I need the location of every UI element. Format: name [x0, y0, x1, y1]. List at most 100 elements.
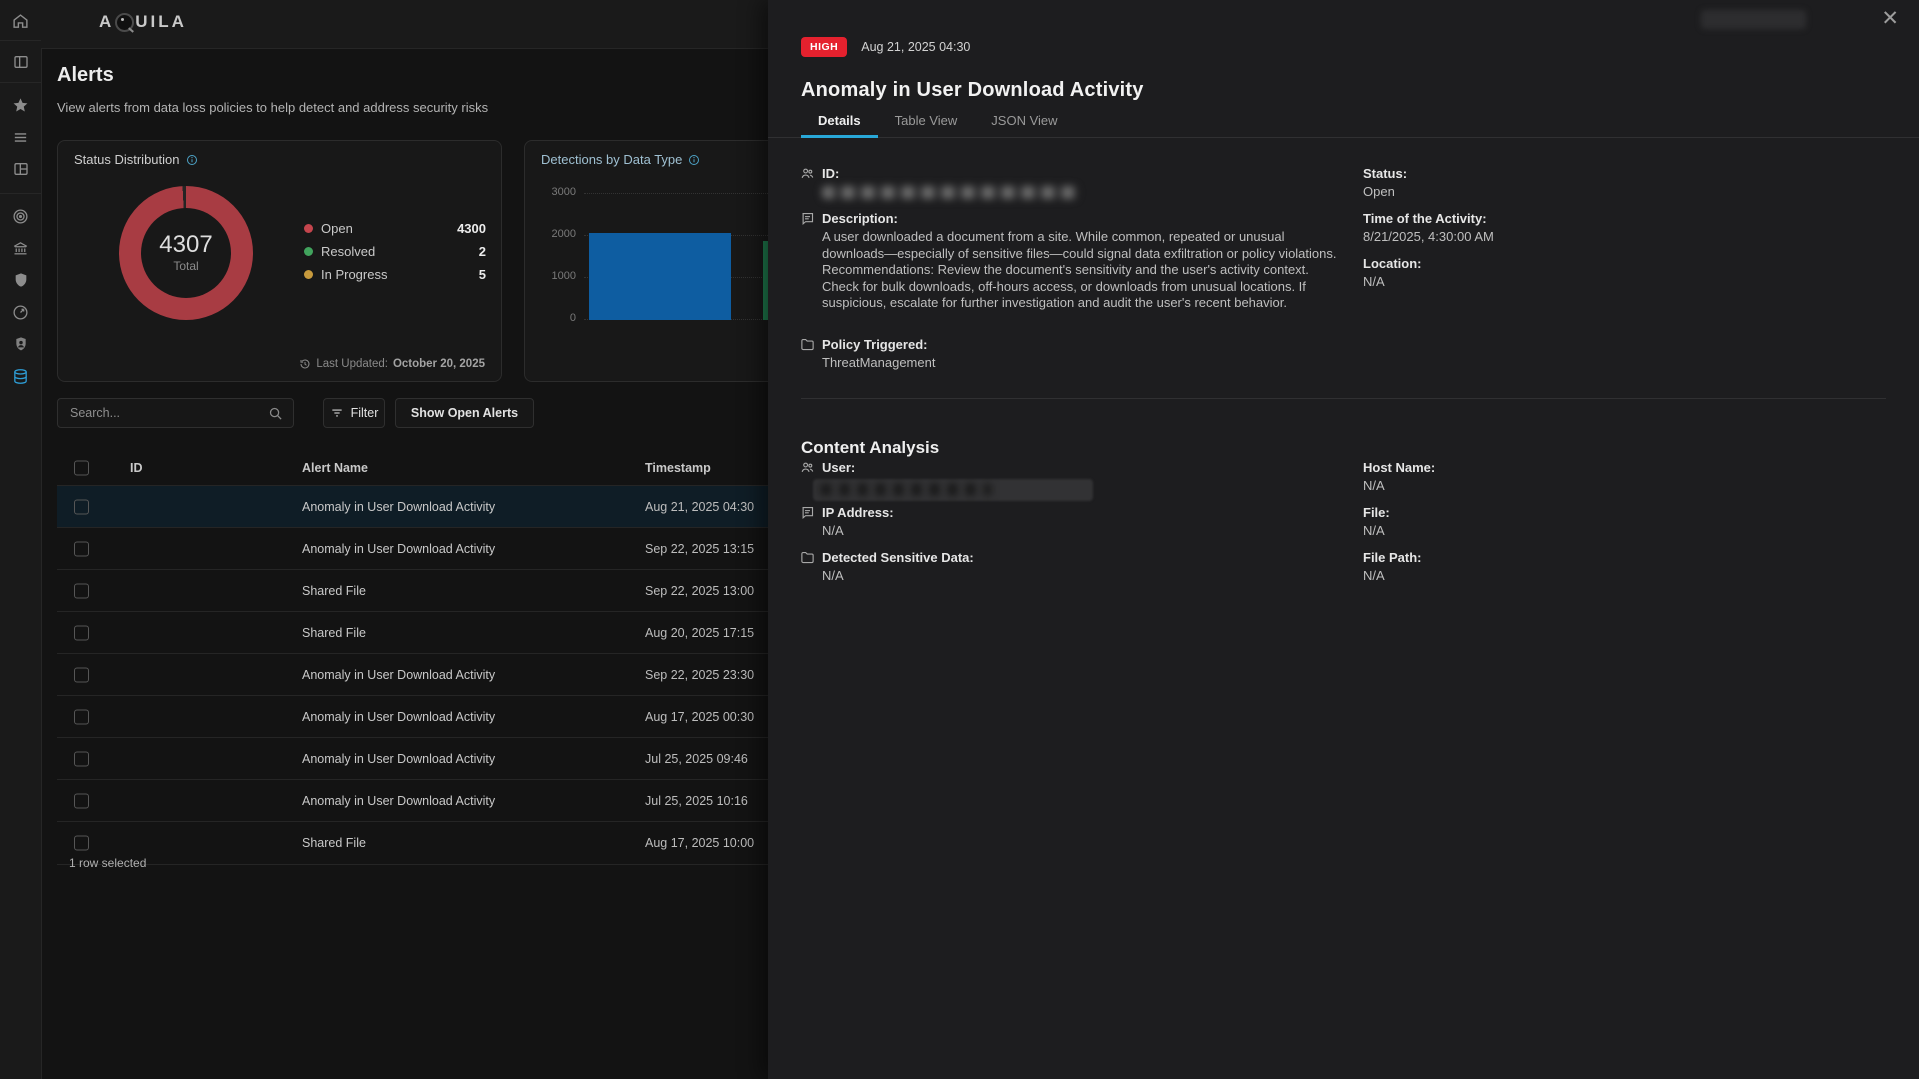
brand-prefix: A [99, 12, 114, 32]
row-alert-name: Anomaly in User Download Activity [302, 500, 495, 514]
row-alert-name: Shared File [302, 584, 366, 598]
page-subtitle: View alerts from data loss policies to h… [57, 100, 488, 115]
file-label: File: [1363, 505, 1390, 520]
bank-icon[interactable] [0, 233, 41, 263]
row-timestamp: Jul 25, 2025 10:16 [645, 794, 748, 808]
legend-dot-resolved [304, 247, 313, 256]
tab-details[interactable]: Details [801, 104, 878, 137]
status-value: Open [1363, 184, 1395, 199]
legend-dot-inprogress [304, 270, 313, 279]
home-icon[interactable] [0, 6, 41, 36]
file-value: N/A [1363, 523, 1385, 538]
rows-selected-status: 1 row selected [69, 856, 146, 870]
folder-icon [800, 337, 815, 357]
legend-label: In Progress [321, 267, 387, 282]
page-title: Alerts [57, 64, 114, 87]
row-checkbox[interactable] [74, 500, 89, 515]
col-timestamp: Timestamp [645, 461, 711, 475]
row-checkbox[interactable] [74, 584, 89, 599]
row-alert-name: Anomaly in User Download Activity [302, 752, 495, 766]
table-row[interactable]: Shared File Aug 17, 2025 10:00 [57, 821, 768, 865]
y-tick: 0 [536, 312, 576, 324]
gauge-icon[interactable] [0, 297, 41, 327]
col-alert-name: Alert Name [302, 461, 368, 475]
star-icon[interactable] [0, 90, 41, 120]
alert-title: Anomaly in User Download Activity [801, 79, 1144, 102]
user-email-redacted [813, 479, 1093, 501]
info-icon[interactable] [186, 154, 198, 166]
table-row[interactable]: Anomaly in User Download Activity Jul 25… [57, 737, 768, 780]
close-icon[interactable]: ✕ [1881, 8, 1899, 29]
filter-button[interactable]: Filter [323, 398, 385, 428]
filter-icon [330, 406, 344, 420]
y-tick: 1000 [536, 270, 576, 282]
row-checkbox[interactable] [74, 794, 89, 809]
ip-label: IP Address: [822, 505, 894, 520]
table-row[interactable]: Anomaly in User Download Activity Sep 22… [57, 653, 768, 696]
database-icon[interactable] [0, 361, 41, 391]
alert-datetime: Aug 21, 2025 04:30 [861, 40, 970, 54]
table-row[interactable]: Anomaly in User Download Activity Jul 25… [57, 779, 768, 822]
shield-icon[interactable] [0, 265, 41, 295]
bar-blue [589, 233, 731, 320]
dsd-label: Detected Sensitive Data: [822, 550, 974, 565]
user-label: User: [822, 460, 855, 475]
row-timestamp: Aug 17, 2025 10:00 [645, 836, 754, 850]
legend-label: Open [321, 221, 353, 236]
description-icon [800, 211, 815, 231]
row-timestamp: Aug 17, 2025 00:30 [645, 710, 754, 724]
info-icon[interactable] [688, 154, 700, 166]
row-checkbox[interactable] [74, 542, 89, 557]
row-alert-name: Anomaly in User Download Activity [302, 710, 495, 724]
tab-table-view[interactable]: Table View [878, 104, 975, 137]
brand-suffix: UILA [135, 12, 187, 32]
legend-value: 4300 [457, 221, 486, 236]
user-badge-icon[interactable] [0, 329, 41, 359]
show-open-alerts-button[interactable]: Show Open Alerts [395, 398, 534, 428]
row-checkbox[interactable] [74, 752, 89, 767]
table-row[interactable]: Anomaly in User Download Activity Sep 22… [57, 527, 768, 570]
app-root: A UILA Alerts View alerts from data loss … [0, 0, 1919, 1079]
alert-detail-panel: ✕ HIGH Aug 21, 2025 04:30 Anomaly in Use… [768, 0, 1919, 1079]
row-checkbox[interactable] [74, 668, 89, 683]
table-row[interactable]: Shared File Aug 20, 2025 17:15 [57, 611, 768, 654]
legend-dot-open [304, 224, 313, 233]
layout-grid-icon[interactable] [0, 154, 41, 184]
detail-tabs: Details Table View JSON View [768, 104, 1919, 138]
legend-item: In Progress 5 [304, 266, 486, 282]
row-checkbox[interactable] [74, 710, 89, 725]
table-row[interactable]: Anomaly in User Download Activity Aug 21… [57, 485, 768, 528]
severity-badge: HIGH [801, 37, 847, 57]
last-updated: Last Updated: October 20, 2025 [57, 358, 485, 370]
row-timestamp: Aug 21, 2025 04:30 [645, 500, 754, 514]
side-panel-icon[interactable] [0, 47, 41, 77]
users-icon [800, 460, 815, 480]
time-label: Time of the Activity: [1363, 211, 1487, 226]
legend-item: Open 4300 [304, 220, 486, 236]
search-box [57, 398, 294, 428]
table-row[interactable]: Anomaly in User Download Activity Aug 17… [57, 695, 768, 738]
policy-value: ThreatManagement [822, 355, 935, 370]
tab-json-view[interactable]: JSON View [974, 104, 1074, 137]
search-input[interactable] [68, 405, 268, 421]
location-label: Location: [1363, 256, 1422, 271]
legend-value: 2 [479, 244, 486, 259]
legend-item: Resolved 2 [304, 243, 486, 259]
select-all-checkbox[interactable] [74, 460, 89, 475]
status-donut-center: 4307 Total [141, 208, 231, 298]
y-tick: 2000 [536, 228, 576, 240]
status-total: 4307 [159, 233, 212, 257]
row-alert-name: Anomaly in User Download Activity [302, 668, 495, 682]
search-icon [268, 406, 283, 421]
brand-logo[interactable]: A UILA [99, 12, 187, 32]
row-checkbox[interactable] [74, 836, 89, 851]
list-icon[interactable] [0, 122, 41, 152]
host-label: Host Name: [1363, 460, 1435, 475]
row-alert-name: Shared File [302, 836, 366, 850]
table-row[interactable]: Shared File Sep 22, 2025 13:00 [57, 569, 768, 612]
row-checkbox[interactable] [74, 626, 89, 641]
row-timestamp: Sep 22, 2025 13:15 [645, 542, 754, 556]
time-value: 8/21/2025, 4:30:00 AM [1363, 229, 1494, 244]
row-timestamp: Sep 22, 2025 23:30 [645, 668, 754, 682]
target-icon[interactable] [0, 201, 41, 231]
